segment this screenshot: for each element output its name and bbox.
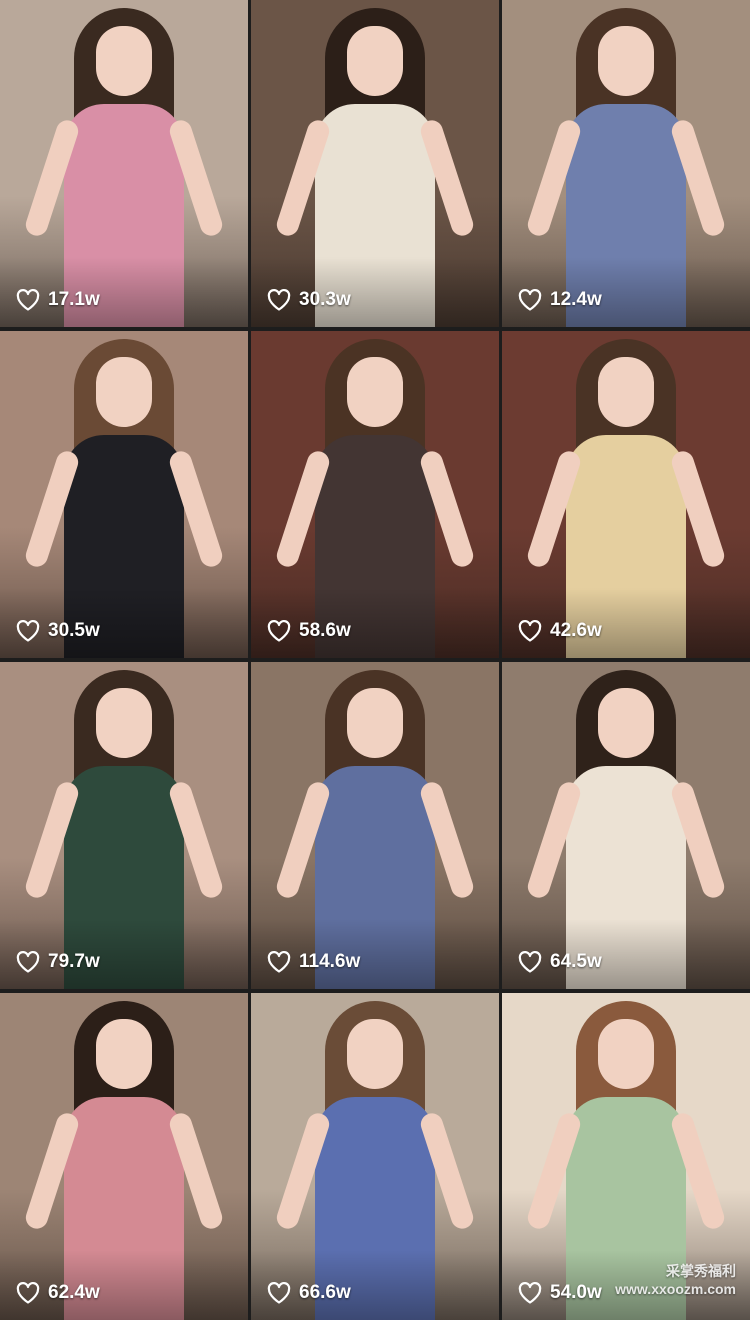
like-count-text: 64.5w [550,951,602,972]
like-count: 66.6w [267,1282,351,1304]
heart-outline-icon [267,1282,291,1304]
video-tile[interactable]: 58.6w [251,331,499,658]
like-count: 79.7w [16,951,100,973]
heart-outline-icon [518,289,542,311]
video-tile[interactable]: 114.6w [251,662,499,989]
heart-outline-icon [267,951,291,973]
like-count: 30.5w [16,620,100,642]
like-count-text: 42.6w [550,620,602,641]
like-count: 64.5w [518,951,602,973]
heart-outline-icon [267,289,291,311]
video-tile[interactable]: 64.5w [502,662,750,989]
video-tile[interactable]: 17.1w [0,0,248,327]
heart-outline-icon [267,620,291,642]
video-tile[interactable]: 66.6w [251,993,499,1320]
video-tile[interactable]: 42.6w [502,331,750,658]
heart-outline-icon [518,1282,542,1304]
video-grid: 17.1w 30.3w 12.4w 30.5w 58.6w 42.6w 79.7… [0,0,750,1320]
like-count: 30.3w [267,289,351,311]
video-tile[interactable]: 12.4w [502,0,750,327]
like-count-text: 30.3w [299,289,351,310]
like-count: 17.1w [16,289,100,311]
heart-outline-icon [16,620,40,642]
heart-outline-icon [518,620,542,642]
like-count: 12.4w [518,289,602,311]
like-count-text: 62.4w [48,1282,100,1303]
like-count: 58.6w [267,620,351,642]
like-count: 62.4w [16,1282,100,1304]
video-tile[interactable]: 54.0w 采掌秀福利 www.xxoozm.com [502,993,750,1320]
heart-outline-icon [16,1282,40,1304]
like-count: 114.6w [267,951,360,973]
video-tile[interactable]: 30.3w [251,0,499,327]
like-count: 42.6w [518,620,602,642]
like-count-text: 17.1w [48,289,100,310]
like-count-text: 114.6w [299,951,361,972]
like-count: 54.0w [518,1282,602,1304]
like-count-text: 58.6w [299,620,351,641]
like-count-text: 54.0w [550,1282,602,1303]
like-count-text: 79.7w [48,951,100,972]
video-tile[interactable]: 30.5w [0,331,248,658]
heart-outline-icon [518,951,542,973]
heart-outline-icon [16,951,40,973]
video-tile[interactable]: 62.4w [0,993,248,1320]
like-count-text: 30.5w [48,620,100,641]
like-count-text: 12.4w [550,289,602,310]
video-tile[interactable]: 79.7w [0,662,248,989]
heart-outline-icon [16,289,40,311]
like-count-text: 66.6w [299,1282,351,1303]
